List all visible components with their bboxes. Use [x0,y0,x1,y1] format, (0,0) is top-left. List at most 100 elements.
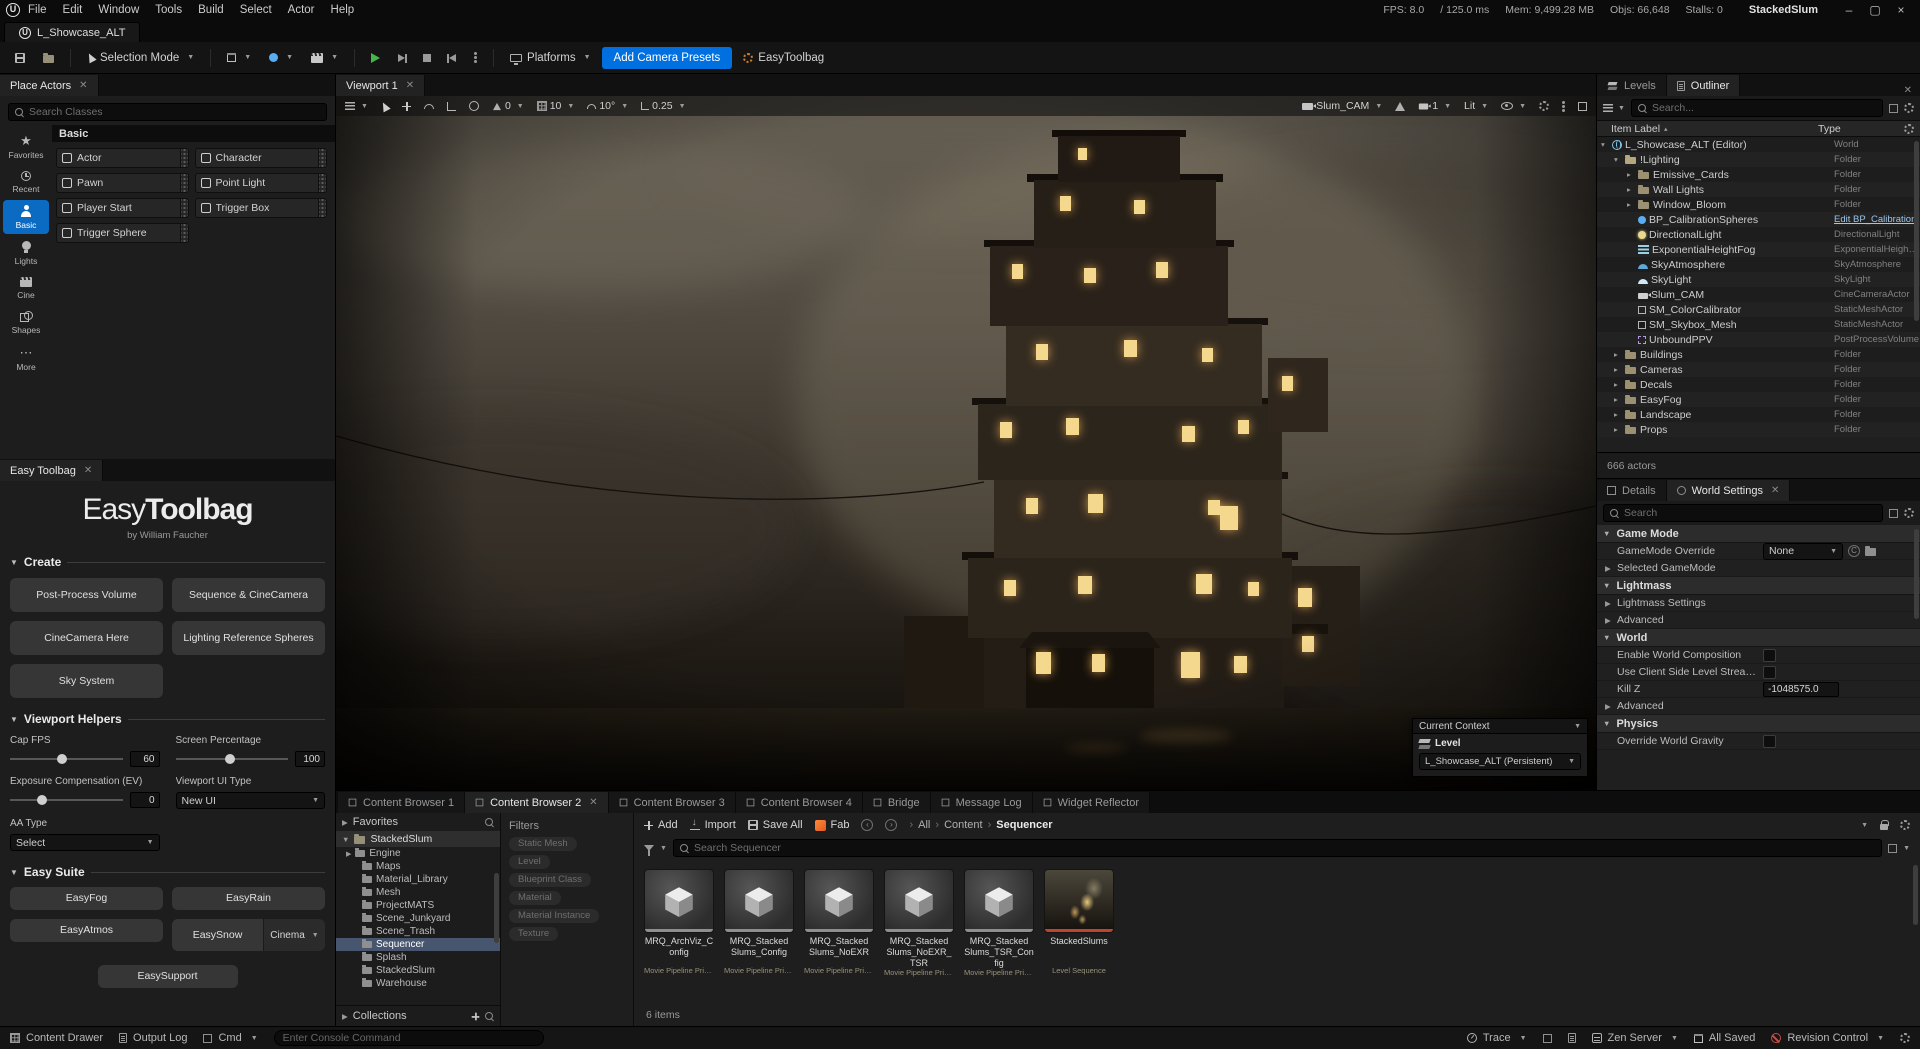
asset-tile[interactable]: MRQ_Stacked Slums_Config Movie Pipeline … [724,869,794,977]
row-lightmass-advanced[interactable]: ▶ Advanced [1597,612,1920,629]
exposure-slider[interactable] [10,795,123,805]
viewport-stage[interactable]: ▼ 0▼ 10▼ 10°▼ 0.25▼ Slum_CAM▼ 1▼ Lit▼ ▼ … [336,96,1596,790]
platforms-dropdown[interactable]: Platforms ▼ [503,46,598,70]
easysnow-mode-dropdown[interactable]: Cinema ▼ [263,919,325,951]
actor-chip[interactable]: Player Start [56,198,189,218]
search-icon[interactable] [485,1012,494,1021]
breadcrumb-item[interactable]: › Content [935,819,982,831]
expand-arrow-icon[interactable]: ▶ [1605,702,1617,711]
drag-grip-icon[interactable] [318,199,326,217]
browse-content-button[interactable] [36,46,61,70]
folder-row[interactable]: Sequencer [336,938,500,951]
enable-world-composition-checkbox[interactable] [1763,649,1776,662]
collections-row[interactable]: ▶ Collections [336,1005,500,1026]
client-side-streaming-checkbox[interactable] [1763,666,1776,679]
settings-gear-icon[interactable] [1900,1033,1910,1043]
folder-row[interactable]: ProjectMATS [336,899,500,912]
expand-arrow-icon[interactable]: ▶ [1605,616,1617,625]
row-world-advanced[interactable]: ▶ Advanced [1597,698,1920,715]
slider-knob[interactable] [37,795,47,805]
drag-grip-icon[interactable] [180,224,188,242]
category-item[interactable]: ⋯ More [3,341,49,376]
use-selected-icon[interactable]: C [1848,545,1860,557]
category-item[interactable]: Lights [3,236,49,270]
search-classes-input[interactable] [29,106,320,118]
suite-button[interactable]: EasyAtmos [10,919,163,942]
expand-arrow-icon[interactable]: ▸ [1627,200,1637,209]
outliner-row[interactable]: ▾ !Lighting Folder [1597,152,1920,167]
folder-row[interactable]: StackedSlum [336,964,500,977]
folder-row[interactable]: Scene_Trash [336,925,500,938]
actor-chip[interactable]: Trigger Box [195,198,328,218]
expand-arrow-icon[interactable]: ▸ [1614,350,1624,359]
sources-scrollbar[interactable] [494,873,499,943]
viewport-ui-type-dropdown[interactable]: New UI ▼ [176,792,326,809]
screen-percentage-value[interactable]: 100 [295,751,325,767]
cap-fps-slider[interactable] [10,754,123,764]
rotate-tool[interactable] [421,98,437,114]
create-section-header[interactable]: ▼ Create [10,555,325,569]
section-physics[interactable]: ▼Physics [1597,715,1920,733]
expand-arrow-icon[interactable]: ▶ [342,1012,348,1021]
viewport-scene-image[interactable] [336,96,1596,790]
suite-button[interactable]: EasyFog [10,887,163,910]
tab-easy-toolbag[interactable]: Easy Toolbag ✕ [0,460,103,481]
assets-scrollbar[interactable] [1913,865,1918,925]
minimize-button[interactable]: – [1836,3,1862,17]
close-icon[interactable]: ✕ [1896,85,1920,96]
outliner-row[interactable]: ▸ Landscape Folder [1597,407,1920,422]
play-button[interactable] [364,46,387,70]
easysnow-button[interactable]: EasySnow [172,919,263,951]
outliner-row[interactable]: ▸ Emissive_Cards Folder [1597,167,1920,182]
actor-chip[interactable]: Point Light [195,173,328,193]
outliner-row[interactable]: ▸ Cameras Folder [1597,362,1920,377]
gear-icon[interactable] [1904,508,1914,518]
blueprints-dropdown[interactable]: ▼ [262,46,300,70]
active-camera-dropdown[interactable]: Slum_CAM▼ [1299,98,1385,114]
menu-item[interactable]: Select [232,0,280,20]
outliner-scrollbar[interactable] [1914,141,1919,321]
actor-chip[interactable]: Trigger Sphere [56,223,189,243]
close-icon[interactable]: ✕ [79,80,87,91]
content-drawer-button[interactable]: Content Drawer [10,1032,103,1044]
project-root-row[interactable]: ▼ StackedSlum [336,831,500,847]
asset-tile[interactable]: StackedSlums Level Sequence [1044,869,1114,977]
tab-viewport-1[interactable]: Viewport 1 ✕ [336,75,425,96]
outliner-row[interactable]: SM_Skybox_Mesh StaticMeshActor [1597,317,1920,332]
tab-world-settings[interactable]: World Settings ✕ [1667,480,1791,501]
tab-levels[interactable]: Levels [1597,75,1667,96]
content-browser-tab[interactable]: Content Browser 3 ✕ [609,792,736,813]
world-settings-scrollbar[interactable] [1914,529,1919,619]
outliner-view-icon[interactable] [1889,104,1898,113]
expand-arrow-icon[interactable]: ▾ [1601,140,1611,149]
tab-details[interactable]: Details [1597,480,1667,501]
world-local-toggle[interactable] [466,98,482,114]
cap-fps-value[interactable]: 60 [130,751,160,767]
zen-server-dropdown[interactable]: Zen Server ▼ [1592,1032,1678,1044]
drag-grip-icon[interactable] [318,174,326,192]
drag-grip-icon[interactable] [318,149,326,167]
level-tab[interactable]: U L_Showcase_ALT [4,22,140,42]
stop-button[interactable] [416,46,438,70]
drag-grip-icon[interactable] [180,174,188,192]
add-camera-presets-button[interactable]: Add Camera Presets [602,47,733,69]
maximize-viewport-button[interactable] [1575,98,1590,114]
section-world[interactable]: ▼World [1597,629,1920,647]
expand-arrow-icon[interactable]: ▸ [1614,380,1624,389]
expand-arrow-icon[interactable]: ▸ [1627,170,1637,179]
folder-row[interactable]: Scene_Junkyard [336,912,500,925]
content-browser-tab[interactable]: Message Log ✕ [931,792,1033,813]
add-actor-dropdown[interactable]: ▼ [220,46,258,70]
override-gravity-checkbox[interactable] [1763,735,1776,748]
folder-row[interactable]: Material_Library [336,873,500,886]
content-browser-tab[interactable]: Content Browser 2 ✕ [465,792,609,813]
add-collection-icon[interactable] [472,1012,480,1020]
create-button[interactable]: Sequence & CineCamera [172,578,325,612]
outliner-row[interactable]: ▸ Decals Folder [1597,377,1920,392]
gear-icon[interactable] [1904,103,1914,113]
close-icon[interactable]: ✕ [84,465,92,476]
asset-filter-menu[interactable]: ▼ [644,845,667,852]
asset-tile[interactable]: MRQ_Stacked Slums_TSR_Config Movie Pipel… [964,869,1034,977]
revision-control-dropdown[interactable]: Revision Control ▼ [1771,1032,1884,1044]
folder-row[interactable]: Mesh [336,886,500,899]
